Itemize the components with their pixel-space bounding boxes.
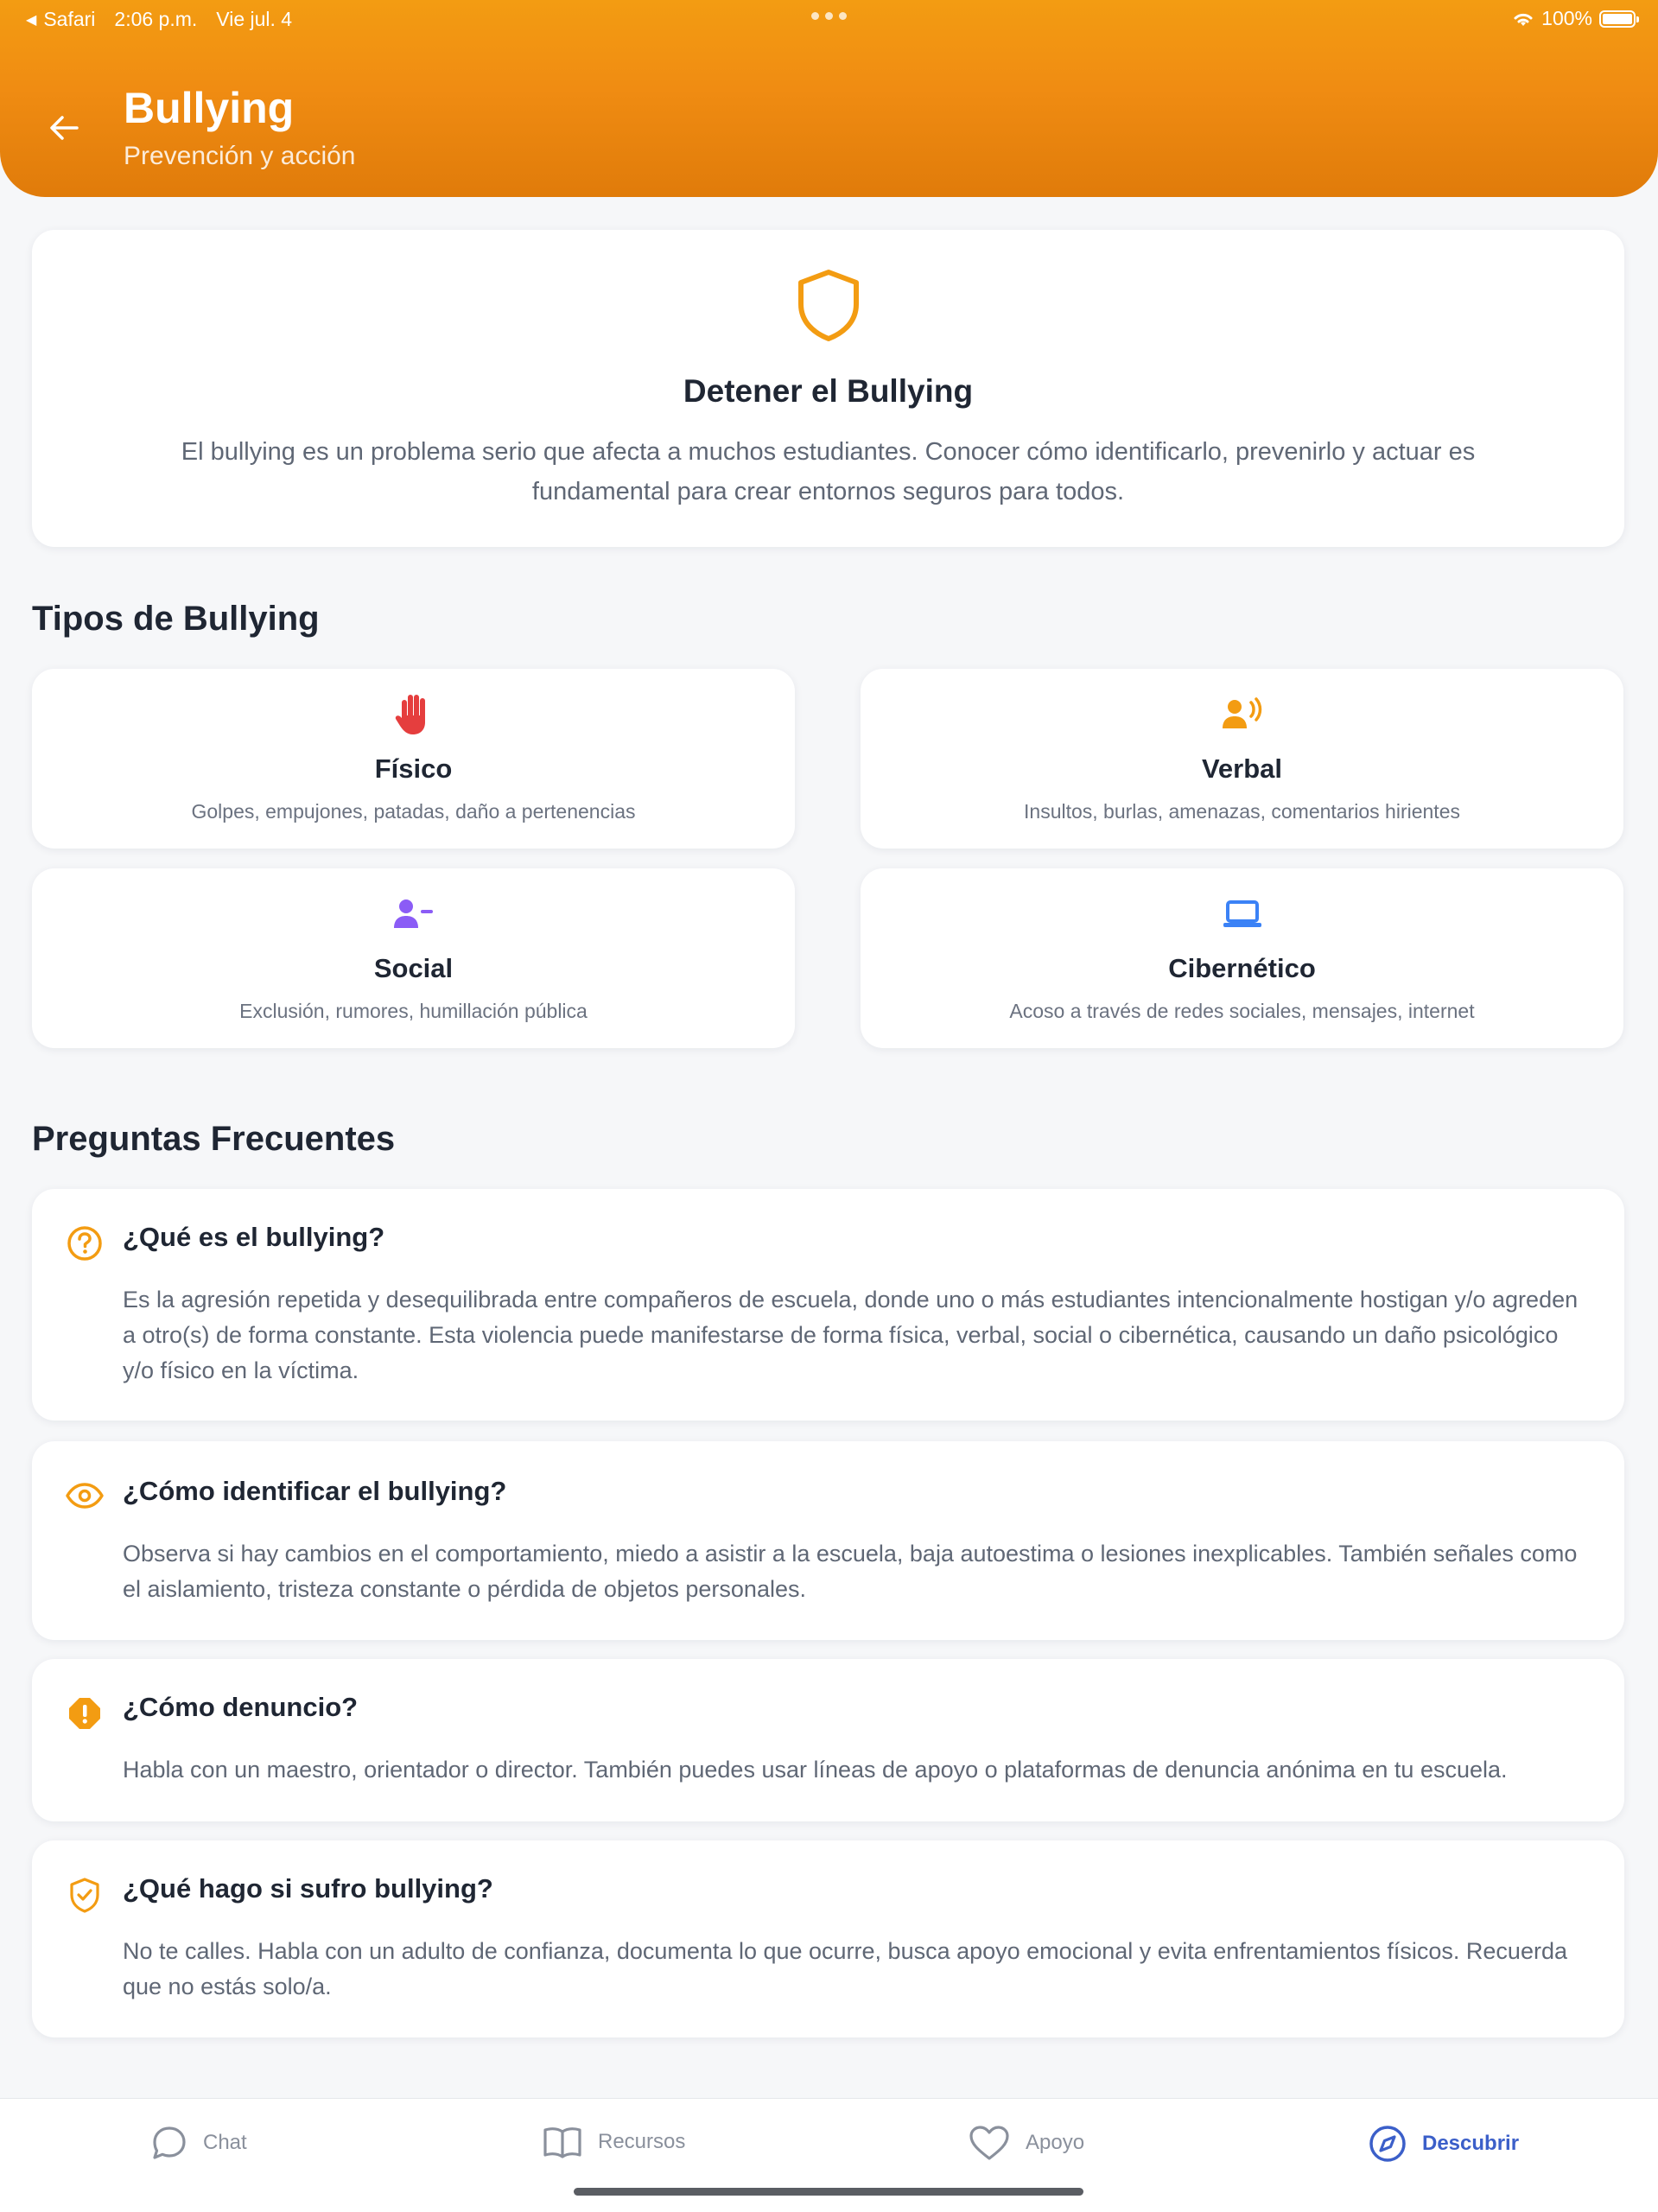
type-name: Verbal [1201,753,1283,784]
question-circle-icon [67,1226,102,1261]
voice-icon [1222,697,1261,728]
faq-question: ¿Cómo denuncio? [123,1692,359,1722]
page-subtitle: Prevención y acción [124,142,356,170]
type-desc: Golpes, empujones, patadas, daño a perte… [191,800,636,823]
wifi-icon [1514,13,1533,26]
faq-answer: No te calles. Habla con un adulto de con… [123,1938,1567,1999]
faq-answer: Observa si hay cambios en el comportamie… [123,1541,1578,1602]
status-time: 2:06 p.m. [114,8,198,30]
tab-label: Apoyo [1026,2131,1085,2154]
faq-question: ¿Qué es el bullying? [123,1222,385,1252]
faq-item-como-identificar[interactable]: ¿Cómo identificar el bullying? Observa s… [32,1441,1624,1640]
faq-item-como-denuncio[interactable]: ¿Cómo denuncio? Habla con un maestro, or… [32,1659,1624,1821]
faq-answer: Es la agresión repetida y desequilibrada… [123,1287,1579,1383]
faq-item-que-es[interactable]: ¿Qué es el bullying? Es la agresión repe… [32,1189,1624,1421]
shield-check-icon [70,1878,99,1913]
page-title: Bullying [124,84,295,132]
battery-icon [1599,10,1639,28]
type-name: Cibernético [1168,953,1316,983]
status-bar: ◀ Safari 2:06 p.m. Vie jul. 4 100% [0,0,1658,38]
heart-icon [969,2126,1009,2160]
type-desc: Exclusión, rumores, humillación pública [239,1000,588,1022]
status-app[interactable]: Safari [43,8,95,31]
home-indicator[interactable] [574,2188,1083,2196]
tab-label: Descubrir [1422,2132,1520,2155]
chat-icon [153,2126,186,2159]
shield-icon [798,270,859,341]
tab-label: Recursos [598,2130,686,2153]
type-name: Social [373,953,454,983]
type-card-verbal[interactable]: Verbal Insultos, burlas, amenazas, comen… [861,669,1623,849]
tab-chat[interactable]: Chat [151,2125,247,2161]
tab-apoyo[interactable]: Apoyo [969,2125,1084,2161]
faq-item-que-hago[interactable]: ¿Qué hago si sufro bullying? No te calle… [32,1840,1624,2037]
back-to-app-icon[interactable]: ◀ [26,11,36,29]
intro-card: Detener el Bullying El bullying es un pr… [32,230,1624,547]
intro-text: El bullying es un problema serio que afe… [181,438,1476,505]
header: ◀ Safari 2:06 p.m. Vie jul. 4 100% Bully… [0,0,1658,197]
tab-recursos[interactable]: Recursos [543,2125,685,2159]
tab-descubrir[interactable]: Descubrir [1369,2125,1519,2163]
faq-question: ¿Qué hago si sufro bullying? [123,1873,493,1904]
type-name: Físico [374,753,453,784]
arrow-left-icon [50,116,79,140]
type-desc: Insultos, burlas, amenazas, comentarios … [1024,800,1460,823]
eye-icon [66,1483,104,1509]
intro-title: Detener el Bullying [683,373,974,409]
faq-section-title: Preguntas Frecuentes [32,1120,396,1158]
user-minus-icon [393,899,433,928]
alert-icon [69,1698,100,1729]
back-button[interactable] [43,107,85,149]
laptop-icon [1223,900,1261,927]
types-section-title: Tipos de Bullying [32,600,320,638]
type-card-social[interactable]: Social Exclusión, rumores, humillación p… [32,868,795,1048]
type-card-cibernetico[interactable]: Cibernético Acoso a través de redes soci… [861,868,1623,1048]
hand-icon [395,695,425,734]
faq-answer: Habla con un maestro, orientador o direc… [123,1757,1508,1783]
tab-label: Chat [203,2131,247,2154]
battery-percent: 100% [1541,7,1592,29]
multitask-dots-icon[interactable] [811,12,847,20]
status-date: Vie jul. 4 [216,8,293,30]
faq-question: ¿Cómo identificar el bullying? [123,1476,507,1506]
book-icon [543,2127,581,2158]
type-desc: Acoso a través de redes sociales, mensaj… [1009,1000,1475,1022]
compass-icon [1369,2126,1406,2162]
type-card-fisico[interactable]: Físico Golpes, empujones, patadas, daño … [32,669,795,849]
